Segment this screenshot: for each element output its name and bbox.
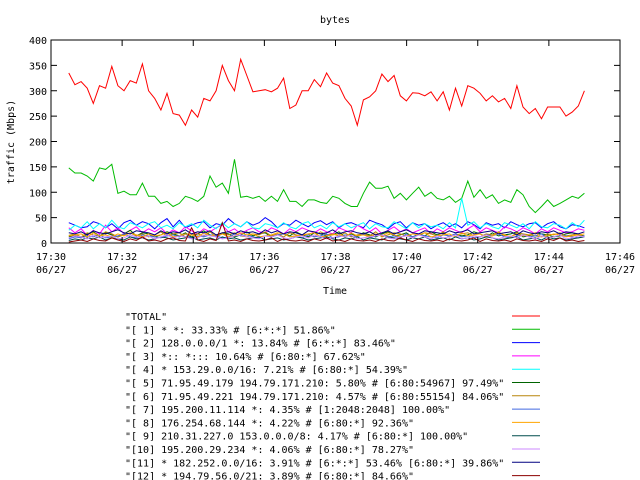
y-tick-label: 250 (29, 112, 47, 123)
legend-label-11: "[11] * 182.252.0.0/16: 3.91% # [6:*:*] … (125, 458, 504, 469)
y-axis-ticks: 0 50 100 150 200 250 300 350 400 (29, 36, 620, 250)
series-layer (68, 57, 585, 243)
x-axis-label: Time (323, 286, 347, 297)
y-tick-label: 350 (29, 61, 47, 72)
x-tick-label-date: 06/27 (107, 265, 137, 276)
x-tick-label-date: 06/27 (534, 265, 564, 276)
x-tick-label-time: 17:30 (36, 252, 66, 263)
legend-label-3: "[ 3] *:: *::: 10.64% # [6:80:*] 67.62%" (125, 352, 366, 363)
legend-label-2: "[ 2] 128.0.0.0/1 *: 13.84% # [6:*:*] 83… (125, 339, 396, 350)
legend-label-1: "[ 1] * *: 33.33% # [6:*:*] 51.86%" (125, 325, 336, 336)
x-tick-label-date: 06/27 (178, 265, 208, 276)
y-tick-label: 100 (29, 188, 47, 199)
x-tick-label-time: 17:34 (178, 252, 208, 263)
x-tick-label-date: 06/27 (605, 265, 635, 276)
y-tick-label: 300 (29, 87, 47, 98)
x-tick-label-time: 17:36 (249, 252, 279, 263)
x-tick-label-date: 06/27 (320, 265, 350, 276)
series-line-1 (68, 159, 585, 214)
x-tick-label-time: 17:38 (320, 252, 350, 263)
legend-label-4: "[ 4] * 153.29.0.0/16: 7.21% # [6:80:*] … (125, 365, 408, 376)
x-tick-label-time: 17:40 (392, 252, 422, 263)
legend-label-10: "[10] 195.200.29.234 *: 4.06% # [6:80:*]… (125, 445, 414, 456)
x-tick-label-time: 17:42 (463, 252, 493, 263)
x-tick-label-time: 17:46 (605, 252, 635, 263)
chart-title: bytes (320, 15, 350, 26)
series-line-0 (68, 57, 585, 128)
x-tick-label-date: 06/27 (463, 265, 493, 276)
legend-label-5: "[ 5] 71.95.49.179 194.79.171.210: 5.80%… (125, 379, 504, 390)
legend-label-9: "[ 9] 210.31.227.0 153.0.0.0/8: 4.17% # … (125, 432, 468, 443)
legend-label-8: "[ 8] 176.254.68.144 *: 4.22% # [6:80:*]… (125, 418, 414, 429)
y-tick-label: 200 (29, 138, 47, 149)
y-axis-label: traffic (Mbps) (6, 100, 17, 184)
legend: "TOTAL" "[ 1] * *: 33.33% # [6:*:*] 51.86… (125, 312, 540, 480)
x-tick-label-time: 17:32 (107, 252, 137, 263)
chart: bytes traffic (Mbps) Time 0 50 100 150 200 25… (6, 15, 635, 480)
legend-label-6: "[ 6] 71.95.49.221 194.79.171.210: 4.57%… (125, 392, 504, 403)
x-tick-label-date: 06/27 (36, 265, 66, 276)
y-tick-label: 400 (29, 36, 47, 47)
y-tick-label: 150 (29, 163, 47, 174)
x-tick-label-date: 06/27 (392, 265, 422, 276)
legend-label-0: "TOTAL" (125, 312, 167, 323)
x-tick-label-date: 06/27 (249, 265, 279, 276)
y-tick-label: 0 (41, 239, 47, 250)
legend-label-12: "[12] * 194.79.56.0/21: 3.89% # [6:80:*]… (125, 472, 414, 480)
legend-label-7: "[ 7] 195.200.11.114 *: 4.35% # [1:2048:… (125, 405, 450, 416)
y-tick-label: 50 (35, 214, 47, 225)
x-tick-label-time: 17:44 (534, 252, 564, 263)
